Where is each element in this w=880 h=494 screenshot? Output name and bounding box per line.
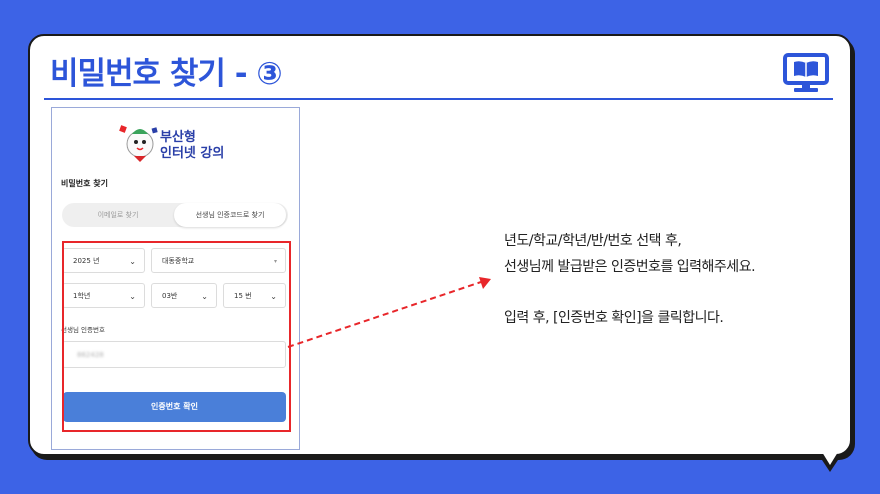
instruction-line-3: 입력 후, [인증번호 확인]을 클릭합니다. xyxy=(504,310,724,326)
book-monitor-icon xyxy=(783,53,829,92)
logo: 부산형 인터넷 강의 xyxy=(118,120,238,166)
tab-teacher-code-find[interactable]: 선생님 인증코드로 찾기 xyxy=(174,203,286,227)
instruction-line-2: 선생님께 발급받은 인증번호를 입력해주세요. xyxy=(504,259,756,275)
slide-title: 비밀번호 찾기 - ③ xyxy=(50,56,283,92)
speech-bubble-tail-inner xyxy=(822,452,838,465)
highlight-box xyxy=(62,241,291,432)
instruction-line-1: 년도/학교/학년/반/번호 선택 후, xyxy=(504,233,682,249)
arrow-right-icon xyxy=(287,277,491,348)
tab-email-find[interactable]: 이메일로 찾기 xyxy=(62,203,174,227)
mascot-logo-icon xyxy=(119,125,158,162)
find-method-tabs: 이메일로 찾기 선생님 인증코드로 찾기 xyxy=(62,203,288,227)
page-title: 비밀번호 찾기 xyxy=(61,179,108,188)
logo-title-line2: 인터넷 강의 xyxy=(160,146,225,161)
title-divider xyxy=(44,98,833,100)
